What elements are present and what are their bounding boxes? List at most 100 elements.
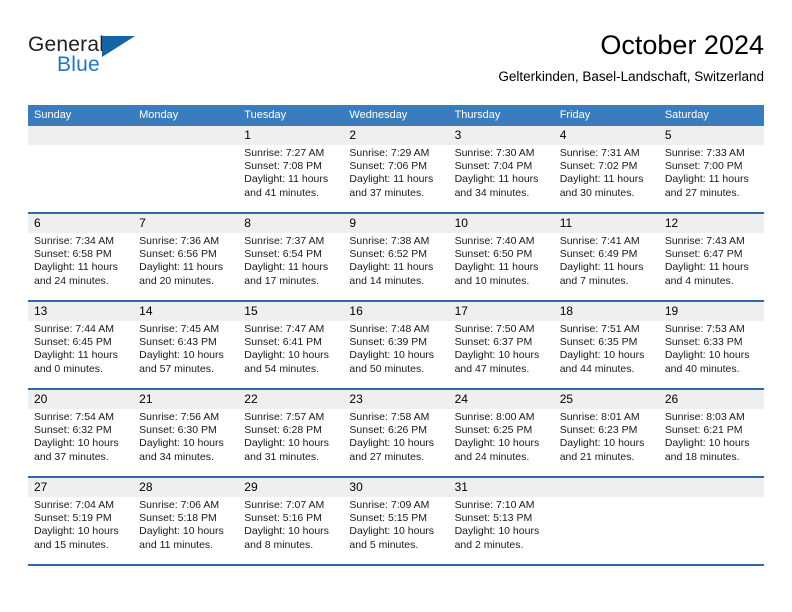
day-number[interactable]: 9: [343, 214, 448, 233]
day-cell[interactable]: Sunrise: 7:10 AM Sunset: 5:13 PM Daylight:…: [449, 497, 554, 564]
day-number[interactable]: 11: [554, 214, 659, 233]
day-daylight-b-text: and 27 minutes.: [664, 186, 740, 199]
day-sunset-text: Sunset: 7:00 PM: [664, 160, 743, 173]
day-number[interactable]: 8: [238, 214, 343, 233]
day-daylight-a-text: Daylight: 10 hours: [244, 349, 329, 362]
day-number[interactable]: 7: [133, 214, 238, 233]
day-number[interactable]: 25: [554, 390, 659, 409]
day-number[interactable]: 1: [238, 126, 343, 145]
day-daylight-a-text: Daylight: 11 hours: [349, 173, 434, 186]
day-daylight-b-text: and 50 minutes.: [349, 362, 425, 375]
day-cell[interactable]: Sunrise: 7:04 AM Sunset: 5:19 PM Daylight:…: [28, 497, 133, 564]
day-daylight-b-text: and 8 minutes.: [244, 538, 314, 551]
day-number[interactable]: 6: [28, 214, 133, 233]
weeks-container: 1 2 3 4 5 Sunrise: 7:27 AM Sunset: 7:08 PM Dayl…: [28, 126, 764, 566]
day-sunset-text: Sunset: 6:23 PM: [559, 424, 638, 437]
day-cell[interactable]: Sunrise: 7:54 AM Sunset: 6:32 PM Daylight:…: [28, 409, 133, 476]
day-cell[interactable]: Sunrise: 7:07 AM Sunset: 5:16 PM Daylight:…: [238, 497, 343, 564]
day-number[interactable]: 3: [449, 126, 554, 145]
day-cell[interactable]: Sunrise: 7:41 AM Sunset: 6:49 PM Daylight:…: [554, 233, 659, 300]
day-number-band: 27 28 29 30 31: [28, 478, 764, 497]
day-cell[interactable]: Sunrise: 7:50 AM Sunset: 6:37 PM Daylight:…: [449, 321, 554, 388]
day-number[interactable]: 2: [343, 126, 448, 145]
day-cell[interactable]: Sunrise: 7:47 AM Sunset: 6:41 PM Daylight:…: [238, 321, 343, 388]
day-cell[interactable]: Sunrise: 7:31 AM Sunset: 7:02 PM Daylight:…: [554, 145, 659, 212]
day-detail-band: Sunrise: 7:04 AM Sunset: 5:19 PM Daylight:…: [28, 497, 764, 564]
day-sunrise-text: Sunrise: 7:30 AM: [454, 147, 535, 159]
day-sunrise-text: Sunrise: 7:29 AM: [349, 147, 430, 159]
day-number[interactable]: 5: [659, 126, 764, 145]
day-sunset-text: Sunset: 5:16 PM: [244, 512, 322, 525]
day-cell[interactable]: Sunrise: 7:36 AM Sunset: 6:56 PM Daylight:…: [133, 233, 238, 300]
day-daylight-a-text: Daylight: 11 hours: [664, 261, 749, 274]
day-daylight-a-text: Daylight: 10 hours: [349, 349, 435, 362]
day-daylight-a-text: Daylight: 11 hours: [349, 261, 434, 274]
day-cell[interactable]: Sunrise: 7:37 AM Sunset: 6:54 PM Daylight:…: [238, 233, 343, 300]
page-subtitle: Gelterkinden, Basel-Landschaft, Switzerl…: [498, 69, 764, 84]
day-sunset-text: Sunset: 5:18 PM: [139, 512, 217, 525]
day-cell[interactable]: Sunrise: 7:51 AM Sunset: 6:35 PM Daylight:…: [554, 321, 659, 388]
day-number[interactable]: 26: [659, 390, 764, 409]
day-daylight-a-text: Daylight: 10 hours: [664, 349, 750, 362]
day-number[interactable]: 17: [449, 302, 554, 321]
day-daylight-a-text: Daylight: 11 hours: [244, 173, 329, 186]
day-number[interactable]: 27: [28, 478, 133, 497]
day-sunset-text: Sunset: 6:25 PM: [454, 424, 533, 437]
day-cell[interactable]: Sunrise: 7:48 AM Sunset: 6:39 PM Daylight:…: [343, 321, 448, 388]
day-number[interactable]: 18: [554, 302, 659, 321]
day-number[interactable]: 30: [343, 478, 448, 497]
day-cell[interactable]: Sunrise: 7:57 AM Sunset: 6:28 PM Daylight:…: [238, 409, 343, 476]
day-number[interactable]: 13: [28, 302, 133, 321]
weekday-wednesday: Wednesday: [349, 109, 408, 121]
day-number[interactable]: 19: [659, 302, 764, 321]
weekday-friday: Friday: [559, 109, 591, 121]
day-cell[interactable]: Sunrise: 7:53 AM Sunset: 6:33 PM Daylight:…: [659, 321, 764, 388]
day-sunrise-text: Sunrise: 7:41 AM: [559, 235, 640, 247]
day-cell[interactable]: Sunrise: 7:33 AM Sunset: 7:00 PM Daylight:…: [659, 145, 764, 212]
day-cell[interactable]: Sunrise: 7:43 AM Sunset: 6:47 PM Daylight:…: [659, 233, 764, 300]
day-cell[interactable]: Sunrise: 7:09 AM Sunset: 5:15 PM Daylight:…: [343, 497, 448, 564]
day-sunset-text: Sunset: 6:58 PM: [34, 248, 112, 261]
day-number[interactable]: 20: [28, 390, 133, 409]
day-cell[interactable]: Sunrise: 7:06 AM Sunset: 5:18 PM Daylight:…: [133, 497, 238, 564]
day-daylight-a-text: Daylight: 10 hours: [34, 437, 119, 450]
day-cell[interactable]: Sunrise: 8:01 AM Sunset: 6:23 PM Daylight:…: [554, 409, 659, 476]
day-daylight-a-text: Daylight: 10 hours: [139, 349, 224, 362]
day-number[interactable]: 10: [449, 214, 554, 233]
week-row: 27 28 29 30 31 Sunrise: 7:04 AM Sunset: 5:19 P…: [28, 478, 764, 566]
day-sunset-text: Sunset: 6:47 PM: [664, 248, 743, 261]
day-sunrise-text: Sunrise: 7:58 AM: [349, 411, 430, 423]
day-cell[interactable]: Sunrise: 8:00 AM Sunset: 6:25 PM Daylight:…: [449, 409, 554, 476]
day-cell[interactable]: Sunrise: 7:45 AM Sunset: 6:43 PM Daylight:…: [133, 321, 238, 388]
day-cell[interactable]: Sunrise: 7:44 AM Sunset: 6:45 PM Daylight:…: [28, 321, 133, 388]
day-daylight-b-text: and 54 minutes.: [244, 362, 319, 375]
day-number[interactable]: 15: [238, 302, 343, 321]
day-daylight-b-text: and 34 minutes.: [139, 450, 214, 463]
day-daylight-b-text: and 34 minutes.: [454, 186, 530, 199]
day-cell[interactable]: Sunrise: 7:34 AM Sunset: 6:58 PM Daylight:…: [28, 233, 133, 300]
day-number[interactable]: 16: [343, 302, 448, 321]
day-cell[interactable]: Sunrise: 7:30 AM Sunset: 7:04 PM Daylight:…: [449, 145, 554, 212]
day-number[interactable]: 28: [133, 478, 238, 497]
day-number[interactable]: 4: [554, 126, 659, 145]
day-number[interactable]: 21: [133, 390, 238, 409]
day-cell[interactable]: Sunrise: 7:56 AM Sunset: 6:30 PM Daylight:…: [133, 409, 238, 476]
day-cell[interactable]: Sunrise: 7:27 AM Sunset: 7:08 PM Daylight:…: [238, 145, 343, 212]
day-daylight-a-text: Daylight: 10 hours: [139, 437, 224, 450]
day-daylight-a-text: Daylight: 11 hours: [559, 173, 644, 186]
day-cell[interactable]: Sunrise: 7:40 AM Sunset: 6:50 PM Daylight:…: [449, 233, 554, 300]
day-cell[interactable]: Sunrise: 7:29 AM Sunset: 7:06 PM Daylight:…: [343, 145, 448, 212]
day-cell[interactable]: Sunrise: 7:38 AM Sunset: 6:52 PM Daylight:…: [343, 233, 448, 300]
day-number[interactable]: 23: [343, 390, 448, 409]
day-number[interactable]: 24: [449, 390, 554, 409]
day-number[interactable]: 22: [238, 390, 343, 409]
day-number[interactable]: 14: [133, 302, 238, 321]
day-cell[interactable]: Sunrise: 7:58 AM Sunset: 6:26 PM Daylight:…: [343, 409, 448, 476]
day-cell[interactable]: Sunrise: 8:03 AM Sunset: 6:21 PM Daylight:…: [659, 409, 764, 476]
day-number[interactable]: 29: [238, 478, 343, 497]
day-number[interactable]: 12: [659, 214, 764, 233]
day-number[interactable]: 31: [449, 478, 554, 497]
day-daylight-b-text: and 7 minutes.: [559, 274, 629, 287]
day-sunrise-text: Sunrise: 7:33 AM: [664, 147, 745, 159]
day-sunrise-text: Sunrise: 8:01 AM: [559, 411, 640, 423]
